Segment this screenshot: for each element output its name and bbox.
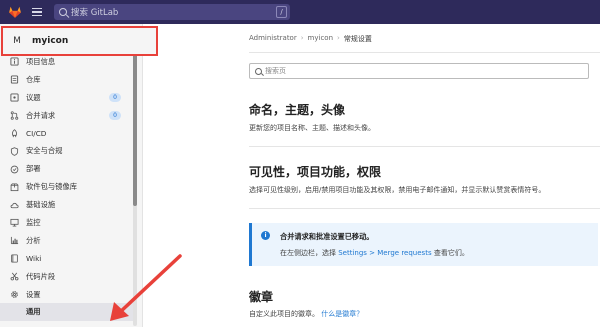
section-title-naming: 命名，主题，头像 — [249, 103, 346, 117]
search-shortcut-key: / — [276, 6, 287, 18]
sidebar-item-merge-requests[interactable]: 合并请求 0 — [0, 107, 133, 125]
breadcrumb-divider — [249, 52, 600, 53]
sidebar-item-infrastructure[interactable]: 基础设施 — [0, 196, 133, 214]
sidebar-item-label: 软件包与镜像库 — [26, 182, 78, 192]
sidebar-item-cicd[interactable]: CI/CD — [0, 125, 133, 143]
info-icon — [9, 57, 19, 67]
top-navbar: 搜索 GitLab / — [0, 0, 600, 24]
deploy-icon — [9, 164, 19, 174]
breadcrumb-separator: › — [337, 34, 340, 42]
sidebar-nav: 项目信息 仓库 议题 0 合并请求 0 CI/CD 安全与合规 部署 软件包与镜… — [0, 53, 133, 322]
alert-body: 在左侧边栏，选择 Settings > Merge requests 查看它们。 — [280, 248, 469, 258]
book-icon — [9, 254, 19, 264]
sidebar-item-settings[interactable]: 设置 — [0, 286, 133, 304]
issues-count-badge: 0 — [109, 92, 121, 102]
sidebar-scrollbar-thumb[interactable] — [133, 36, 137, 206]
what-are-badges-link[interactable]: 什么是徽章？ — [321, 310, 363, 318]
sidebar-item-snippets[interactable]: 代码片段 — [0, 268, 133, 286]
scissors-icon — [9, 272, 19, 282]
sidebar-item-security[interactable]: 安全与合规 — [0, 142, 133, 160]
section-title-visibility: 可见性，项目功能，权限 — [249, 165, 382, 179]
gear-icon — [9, 290, 19, 300]
project-header[interactable]: M myicon — [1, 26, 158, 56]
shield-icon — [9, 146, 19, 156]
info-circle-icon: i — [261, 231, 270, 240]
sidebar-item-label: 合并请求 — [26, 110, 56, 120]
sidebar-item-label: 监控 — [26, 217, 41, 227]
section-desc-visibility: 选择可见性级别，启用/禁用项目功能及其权限，禁用电子邮件通知，并显示默认赞赏表情… — [249, 186, 546, 194]
sidebar-item-label: 安全与合规 — [26, 146, 63, 156]
sidebar-item-repository[interactable]: 仓库 — [0, 71, 133, 89]
cloud-icon — [9, 200, 19, 210]
sidebar-item-label: 通用 — [26, 307, 41, 317]
sidebar-item-label: 设置 — [26, 289, 41, 299]
package-icon — [9, 182, 19, 192]
alert-body-prefix: 在左侧边栏，选择 — [280, 249, 339, 257]
gitlab-logo-icon[interactable] — [8, 5, 22, 19]
sidebar-item-analytics[interactable]: 分析 — [0, 232, 133, 250]
chart-icon — [9, 236, 19, 246]
sidebar-item-label: 议题 — [26, 92, 41, 102]
section-title-badges: 徽章 — [249, 290, 274, 304]
global-search-input[interactable]: 搜索 GitLab / — [54, 4, 290, 20]
sidebar-subitem-general[interactable]: 通用 — [0, 303, 133, 322]
search-icon — [59, 8, 67, 16]
alert-title: 合并请求和批准设置已移动。 — [280, 232, 374, 241]
doc-icon — [9, 75, 19, 85]
sidebar-item-label: Wiki — [26, 254, 42, 264]
sidebar-item-label: 分析 — [26, 235, 41, 245]
hamburger-menu-icon[interactable] — [32, 5, 46, 19]
section-desc-naming: 更新您的项目名称、主题、描述和头像。 — [249, 124, 375, 132]
sidebar-item-label: 代码片段 — [26, 271, 56, 281]
sidebar-item-label: 基础设施 — [26, 200, 56, 210]
breadcrumb-item-project[interactable]: myicon — [308, 34, 333, 44]
merge-icon — [9, 111, 19, 121]
sidebar-item-monitor[interactable]: 监控 — [0, 214, 133, 232]
sidebar-item-label: 部署 — [26, 164, 41, 174]
alert-body-suffix: 查看它们。 — [431, 249, 469, 257]
merge-requests-count-badge: 0 — [109, 110, 121, 120]
breadcrumb-separator: › — [300, 34, 304, 42]
sidebar-item-label: 仓库 — [26, 74, 41, 84]
sidebar-item-deployments[interactable]: 部署 — [0, 160, 133, 178]
settings-search-input[interactable]: 搜索页 — [249, 63, 589, 79]
sidebar-item-label: 项目信息 — [26, 56, 56, 66]
project-avatar: M — [13, 36, 21, 46]
sidebar-item-wiki[interactable]: Wiki — [0, 250, 133, 268]
project-name: myicon — [32, 36, 69, 46]
section-divider — [249, 146, 600, 147]
badges-desc-text: 自定义此项目的徽章。 — [249, 310, 319, 318]
section-desc-badges: 自定义此项目的徽章。 什么是徽章？ — [249, 309, 363, 319]
moved-settings-alert: i 合并请求和批准设置已移动。 在左侧边栏，选择 Settings > Merg… — [249, 223, 598, 266]
settings-search-placeholder: 搜索页 — [265, 67, 286, 75]
issues-icon — [9, 93, 19, 103]
monitor-icon — [9, 218, 19, 228]
project-sidebar: 项目信息 仓库 议题 0 合并请求 0 CI/CD 安全与合规 部署 软件包与镜… — [0, 24, 143, 327]
breadcrumb-item-admin[interactable]: Administrator — [249, 34, 297, 44]
sidebar-item-packages[interactable]: 软件包与镜像库 — [0, 178, 133, 196]
rocket-icon — [9, 129, 19, 139]
breadcrumb: Administrator › myicon › 常规设置 — [249, 34, 372, 44]
main-content: Administrator › myicon › 常规设置 搜索页 命名，主题，… — [143, 24, 600, 327]
breadcrumb-item-current: 常规设置 — [343, 35, 372, 43]
sidebar-item-issues[interactable]: 议题 0 — [0, 89, 133, 107]
sidebar-item-label: CI/CD — [26, 129, 47, 138]
merge-requests-settings-link[interactable]: Settings > Merge requests — [338, 249, 431, 257]
search-icon — [255, 67, 262, 75]
section-divider — [249, 208, 600, 209]
global-search-placeholder: 搜索 GitLab — [71, 8, 119, 18]
